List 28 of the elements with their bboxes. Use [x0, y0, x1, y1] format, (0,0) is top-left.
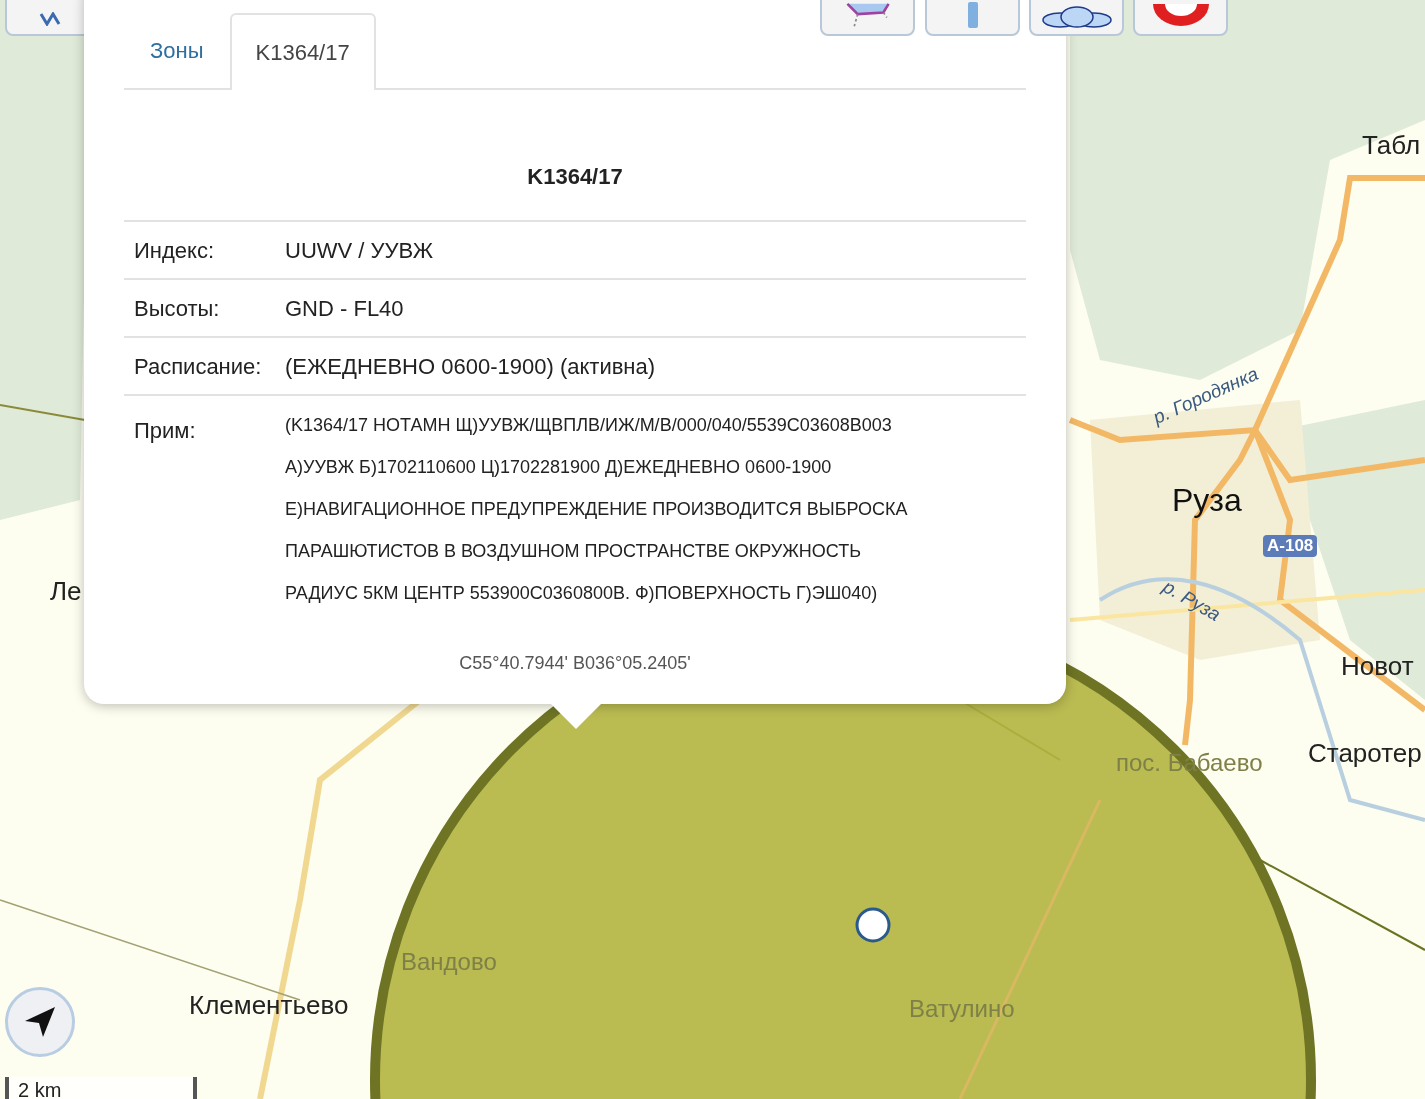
target-icon — [1150, 4, 1211, 28]
field-label: Высоты: — [133, 294, 221, 323]
road-number: A-108 — [1263, 535, 1318, 557]
note-text: (K1364/17 НОТАМН Щ)УУВЖ/ЩВПЛВ/ИЖ/М/В/000/040/5539С03608В003 А)УУВЖ Б)1702110600 Ц)1702281900 Д)ЕЖЕДНЕВНО 0600-1900 Е)НАВИГАЦИОННОЕ ПРЕДУПРЕЖДЕНИЕ ПРОИЗВОДИТСЯ ВЫБРОСКА ПАРАШЮТИСТОВ В ВОЗДУШНОМ ПРОСТРАНСТВЕ ОКРУЖНОСТЬ РАДИУС 5КМ ЦЕНТР 553900С0360800В. Ф)ПОВЕРХНОСТЬ Г)ЭШ040) — [285, 414, 908, 605]
field-value: GND - FL40 — [285, 294, 404, 323]
coordinates-text: С55°40.7944' В036°05.2405' — [458, 652, 692, 675]
place-label: Ле — [50, 578, 82, 604]
bar-icon — [967, 2, 978, 28]
scale-label: 2 km — [18, 1080, 62, 1099]
field-label: Прим: — [133, 417, 197, 445]
river-label: р. Руза — [1160, 576, 1224, 625]
field-value: (ЕЖЕДНЕВНО 0600-1900) (активна) — [285, 352, 656, 381]
navigation-arrow-icon — [23, 1005, 57, 1039]
notam-title: K1364/17 — [124, 90, 1026, 222]
field-label: Индекс: — [133, 236, 216, 265]
location-marker-icon — [855, 907, 891, 943]
tab[interactable]: Зоны — [124, 13, 230, 88]
place-label: Новот — [1341, 653, 1414, 679]
field-value: UUWV / УУВЖ — [285, 236, 433, 265]
field-label: Расписание: — [133, 352, 263, 381]
tab[interactable]: K1364/17 — [229, 13, 376, 90]
place-label: Клементьево — [189, 992, 349, 1018]
cloud-icon — [1040, 6, 1113, 28]
place-label: Ватулино — [909, 997, 1015, 1021]
place-label: Руза — [1172, 484, 1242, 516]
place-label: Вандово — [401, 950, 497, 974]
place-label: Старотер — [1308, 740, 1422, 766]
place-label: Табл — [1362, 132, 1421, 158]
